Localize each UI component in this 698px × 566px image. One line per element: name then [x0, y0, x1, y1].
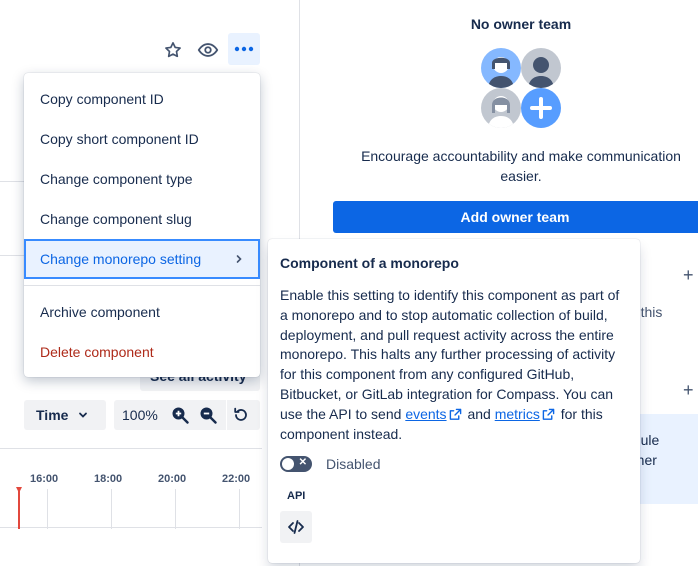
menu-item-change-monorepo-setting[interactable]: Change monorepo setting: [24, 239, 260, 279]
menu-item-copy-component-id[interactable]: Copy component ID: [24, 79, 260, 119]
external-link-icon: [449, 408, 461, 420]
monorepo-setting-popup: Component of a monorepo Enable this sett…: [268, 239, 640, 563]
zoom-out-icon: [200, 407, 217, 424]
metrics-link[interactable]: metrics: [495, 406, 540, 422]
eye-icon: [197, 43, 219, 57]
chevron-down-icon: [79, 412, 88, 418]
avatar: [521, 48, 561, 88]
zoom-level: 100%: [122, 407, 158, 423]
menu-item-change-component-type[interactable]: Change component type: [24, 159, 260, 199]
time-label: Time: [36, 407, 69, 423]
divider: [0, 181, 24, 182]
timeline-gridline: [239, 489, 240, 529]
popup-description: Enable this setting to identify this com…: [280, 286, 628, 444]
timeline-tick-label: 18:00: [94, 473, 123, 485]
timeline-gridline: [47, 489, 48, 529]
close-icon: ✕: [298, 457, 307, 469]
zoom-controls: 100%: [114, 400, 260, 430]
current-time-marker-head: [16, 487, 22, 493]
menu-item-copy-short-component-id[interactable]: Copy short component ID: [24, 119, 260, 159]
menu-item-label: Change monorepo setting: [40, 251, 202, 267]
zoom-in-button[interactable]: [166, 400, 194, 430]
divider: [0, 255, 24, 256]
avatar: [481, 48, 521, 88]
timeline-gridline: [175, 489, 176, 529]
current-time-marker: [18, 489, 20, 529]
external-link-icon: [542, 408, 555, 420]
add-icon[interactable]: +: [683, 265, 694, 286]
time-dropdown[interactable]: Time: [24, 400, 106, 430]
timeline-gridline: [111, 489, 112, 529]
component-actions-menu: Copy component ID Copy short component I…: [24, 73, 260, 377]
popup-text: Enable this setting to identify this com…: [280, 287, 620, 422]
timeline-tick-label: 20:00: [158, 473, 187, 485]
menu-item-delete-component[interactable]: Delete component: [24, 332, 260, 372]
toggle-knob: [282, 458, 294, 471]
more-icon: [234, 46, 254, 52]
add-icon[interactable]: +: [683, 380, 694, 401]
reset-zoom-button[interactable]: [227, 400, 255, 430]
add-owner-team-button[interactable]: Add owner team: [333, 201, 698, 233]
watch-button[interactable]: [194, 36, 222, 64]
owner-team-title: No owner team: [470, 16, 572, 32]
activity-timeline[interactable]: 16:00 18:00 20:00 22:00: [0, 448, 262, 529]
zoom-in-icon: [172, 407, 189, 424]
api-code-button[interactable]: [280, 511, 312, 544]
menu-divider: [24, 285, 260, 286]
menu-item-change-component-slug[interactable]: Change component slug: [24, 199, 260, 239]
toggle-state-label: Disabled: [326, 456, 381, 473]
chevron-right-icon: [236, 255, 242, 263]
timeline-tick-label: 16:00: [30, 473, 59, 485]
avatar: [481, 88, 521, 128]
monorepo-toggle[interactable]: ✕: [280, 456, 312, 473]
api-label: API: [287, 490, 306, 503]
refresh-icon: [234, 407, 247, 421]
more-actions-button[interactable]: [228, 33, 260, 65]
popup-text: and: [467, 405, 495, 422]
monorepo-toggle-row: ✕ Disabled: [280, 456, 628, 473]
star-button[interactable]: [159, 36, 187, 64]
zoom-out-button[interactable]: [194, 400, 222, 430]
timeline-tick-label: 22:00: [222, 473, 251, 485]
code-icon: [288, 520, 304, 535]
owner-team-description: Encourage accountability and make commun…: [361, 148, 681, 184]
add-avatar-icon: [521, 88, 561, 128]
events-link[interactable]: events: [405, 406, 446, 422]
star-icon: [165, 42, 181, 58]
team-avatars-illustration: [481, 48, 565, 132]
menu-item-archive-component[interactable]: Archive component: [24, 292, 260, 332]
popup-title: Component of a monorepo: [280, 255, 459, 271]
